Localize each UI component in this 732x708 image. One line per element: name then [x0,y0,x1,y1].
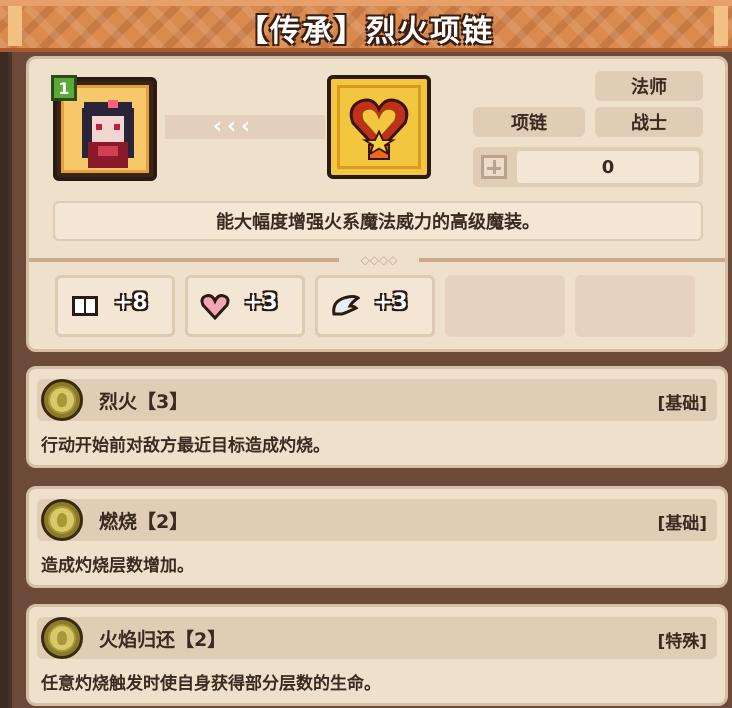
wing-icon [332,295,360,316]
stat-slot-intelligence[interactable]: +8 [55,275,175,337]
skill-header: 烈火【3】 [基础] [37,379,717,421]
skill-name: 燃烧【2】 [99,511,189,533]
stat-value: +8 [114,290,148,315]
skill-badge-icon [41,617,83,659]
skill-card[interactable]: 燃烧【2】 [基础] 造成灼烧层数增加。 [26,486,728,588]
stat-slot-health[interactable]: +3 [185,275,305,337]
chevron-left-icon: ‹ [227,114,237,139]
class-tag-warrior: 战士 [595,107,703,137]
skill-type: [基础] [657,514,707,534]
skill-header: 火焰归还【2】 [特殊] [37,617,717,659]
level-badge: 1 [51,75,77,101]
stat-slot-empty [445,275,565,337]
skill-description: 行动开始前对敌方最近目标造成灼烧。 [41,436,330,456]
skill-badge-icon [41,379,83,421]
skill-description: 造成灼烧层数增加。 [41,556,194,576]
transfer-arrows: ‹ ‹ ‹ [165,115,325,139]
item-description: 能大幅度增强火系魔法威力的高级魔装。 [53,201,703,241]
stack-icon [481,155,507,179]
divider-ornament: ◇◇◇◇ [339,253,419,267]
skill-type: [基础] [657,394,707,414]
hero-avatar-icon [82,100,134,168]
skill-type: [特殊] [657,632,707,652]
skill-header: 燃烧【2】 [基础] [37,499,717,541]
skill-card[interactable]: 烈火【3】 [基础] 行动开始前对敌方最近目标造成灼烧。 [26,366,728,468]
section-divider: ◇◇◇◇ [29,253,725,267]
item-info-card: 1 ‹ ‹ ‹ 法师 项链 战士 0 能大幅度增强火系魔法威力的高级魔装。 ◇◇… [26,56,728,352]
class-tag-mage: 法师 [595,71,703,101]
stat-value: +3 [244,290,278,315]
chevron-left-icon: ‹ [213,114,223,139]
chevron-left-icon: ‹ [241,114,251,139]
hero-portrait-slot[interactable]: 1 [51,75,157,181]
fire-necklace-icon [349,98,409,160]
item-slot[interactable] [327,75,431,179]
skill-description: 任意灼烧触发时使自身获得部分层数的生命。 [41,674,381,694]
skill-name: 烈火【3】 [99,391,189,413]
skill-name: 火焰归还【2】 [99,629,227,651]
stat-slot-speed[interactable]: +3 [315,275,435,337]
stat-slot-empty [575,275,695,337]
book-icon [72,296,98,316]
stack-count-value: 0 [517,151,699,183]
slot-tag-necklace: 项链 [473,107,585,137]
skill-badge-icon [41,499,83,541]
page-title: 【传承】烈火项链 [238,14,494,49]
stack-count-box: 0 [473,147,703,187]
title-banner: 【传承】烈火项链 [0,0,732,52]
heart-icon [200,294,230,320]
skill-card[interactable]: 火焰归还【2】 [特殊] 任意灼烧触发时使自身获得部分层数的生命。 [26,604,728,706]
stat-value: +3 [374,290,408,315]
